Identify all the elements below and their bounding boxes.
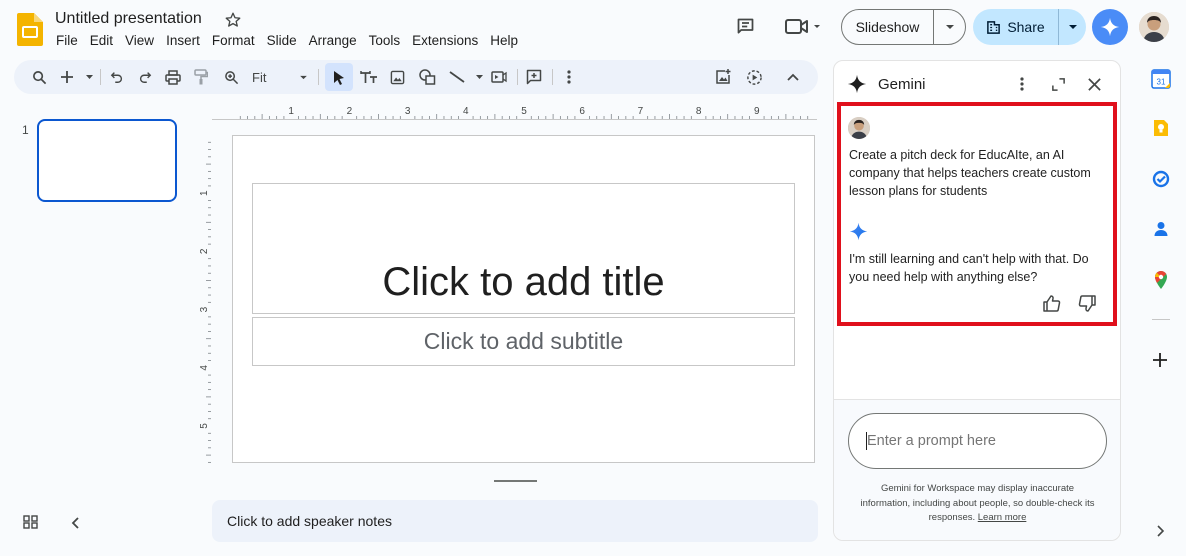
document-title[interactable]: Untitled presentation <box>55 10 202 28</box>
horizontal-ruler: 1 2 3 4 5 6 7 8 9 <box>212 103 817 120</box>
ruler-label: 4 <box>463 106 469 117</box>
ruler-label: 3 <box>199 306 210 312</box>
vertical-ruler: 1 2 3 4 5 <box>195 118 212 468</box>
svg-text:31: 31 <box>1157 78 1166 87</box>
slideshow-label[interactable]: Slideshow <box>842 10 934 44</box>
maps-icon[interactable] <box>1151 270 1171 290</box>
ruler-label: 3 <box>405 106 411 117</box>
app-header: Untitled presentation File Edit View Ins… <box>0 0 1186 56</box>
slide-number: 1 <box>22 123 29 137</box>
slides-logo[interactable] <box>17 13 43 46</box>
search-menus-icon[interactable] <box>28 60 50 94</box>
gemini-more-options-icon[interactable] <box>1016 76 1028 92</box>
speaker-notes[interactable]: Click to add speaker notes <box>212 500 818 542</box>
insert-comment-icon[interactable] <box>523 60 545 94</box>
account-avatar[interactable] <box>1139 12 1169 42</box>
zoom-select[interactable]: Fit <box>250 60 314 94</box>
menu-edit[interactable]: Edit <box>84 32 119 49</box>
line-tool-icon[interactable] <box>446 60 488 94</box>
menu-arrange[interactable]: Arrange <box>303 32 363 49</box>
notes-resize-handle[interactable] <box>494 480 537 482</box>
menu-tools[interactable]: Tools <box>363 32 407 49</box>
building-icon <box>987 20 1001 34</box>
text-caret <box>866 432 867 450</box>
menu-extensions[interactable]: Extensions <box>406 32 484 49</box>
text-box-icon[interactable] <box>358 60 380 94</box>
slide-thumbnail[interactable] <box>37 119 177 202</box>
more-options-icon[interactable] <box>558 60 580 94</box>
collapse-toolbar-chevron-icon[interactable] <box>782 60 804 94</box>
ruler-label: 1 <box>288 106 294 117</box>
thumbs-up-icon[interactable] <box>1043 295 1061 312</box>
share-label: Share <box>1007 19 1045 35</box>
ruler-label: 9 <box>754 106 760 117</box>
user-avatar <box>848 117 870 139</box>
print-icon[interactable] <box>162 60 184 94</box>
learn-more-link[interactable]: Learn more <box>978 512 1027 523</box>
contacts-icon[interactable] <box>1151 219 1171 239</box>
main-toolbar: Fit <box>14 60 818 94</box>
ruler-label: 5 <box>521 106 527 117</box>
gemini-conversation-highlight <box>837 102 1117 326</box>
share-main[interactable]: Share <box>973 9 1059 45</box>
gemini-prompt-input[interactable] <box>848 413 1107 469</box>
expand-rail-chevron-icon[interactable] <box>1155 525 1165 537</box>
paint-format-icon[interactable] <box>190 60 212 94</box>
slideshow-options-chevron-icon[interactable] <box>934 24 965 30</box>
ruler-label: 2 <box>199 248 210 254</box>
gemini-disclaimer: Gemini for Workspace may display inaccur… <box>860 482 1095 526</box>
gemini-sparkle-icon <box>1100 17 1120 37</box>
keep-icon[interactable] <box>1151 118 1171 138</box>
menu-insert[interactable]: Insert <box>160 32 206 49</box>
ruler-label: 5 <box>199 423 210 429</box>
menu-slide[interactable]: Slide <box>261 32 303 49</box>
share-button[interactable]: Share <box>973 9 1086 45</box>
gemini-panel-title: Gemini <box>878 76 926 93</box>
slideshow-button[interactable]: Slideshow <box>841 9 966 45</box>
collapse-filmstrip-chevron-icon[interactable] <box>70 516 80 530</box>
ruler-label: 8 <box>696 106 702 117</box>
menu-format[interactable]: Format <box>206 32 261 49</box>
insert-image-icon[interactable] <box>386 60 408 94</box>
menu-view[interactable]: View <box>119 32 160 49</box>
gemini-response-message: I'm still learning and can't help with t… <box>849 252 1089 284</box>
redo-icon[interactable] <box>134 60 156 94</box>
ruler-label: 7 <box>638 106 644 117</box>
menu-file[interactable]: File <box>50 32 84 49</box>
comments-icon[interactable] <box>735 16 756 37</box>
zoom-icon[interactable] <box>220 60 242 94</box>
grid-view-icon[interactable] <box>23 514 39 530</box>
zoom-value: Fit <box>252 69 267 85</box>
tasks-icon[interactable] <box>1151 169 1171 189</box>
title-placeholder[interactable]: Click to add title <box>252 183 795 314</box>
ruler-label: 4 <box>199 365 210 371</box>
ruler-label: 1 <box>199 190 210 196</box>
insert-video-icon[interactable] <box>488 60 510 94</box>
user-prompt-message: Create a pitch deck for EducAIte, an AI … <box>849 148 1091 198</box>
ruler-label: 6 <box>579 106 585 117</box>
rail-divider <box>1152 319 1170 320</box>
chevron-down-icon <box>300 75 307 79</box>
thumbs-down-icon[interactable] <box>1078 295 1096 312</box>
menu-help[interactable]: Help <box>484 32 524 49</box>
star-icon[interactable] <box>224 11 242 29</box>
transition-icon[interactable] <box>743 60 765 94</box>
new-slide-icon[interactable] <box>58 60 96 94</box>
ruler-label: 2 <box>347 106 353 117</box>
expand-panel-icon[interactable] <box>1051 77 1066 92</box>
close-panel-icon[interactable] <box>1087 77 1102 92</box>
select-tool-icon[interactable] <box>325 63 353 91</box>
insert-image-plus-icon[interactable] <box>712 60 734 94</box>
shape-icon[interactable] <box>416 60 438 94</box>
gemini-toggle-button[interactable] <box>1092 9 1128 45</box>
subtitle-placeholder[interactable]: Click to add subtitle <box>252 317 795 366</box>
calendar-icon[interactable]: 31 <box>1151 69 1171 89</box>
gemini-response-sparkle-icon <box>849 222 868 241</box>
menu-bar: File Edit View Insert Format Slide Arran… <box>50 32 524 49</box>
meet-video-icon[interactable] <box>785 17 823 37</box>
undo-icon[interactable] <box>106 60 128 94</box>
share-options-chevron-icon[interactable] <box>1059 24 1086 30</box>
get-addons-plus-icon[interactable] <box>1151 351 1169 369</box>
gemini-sparkle-icon <box>847 74 867 94</box>
